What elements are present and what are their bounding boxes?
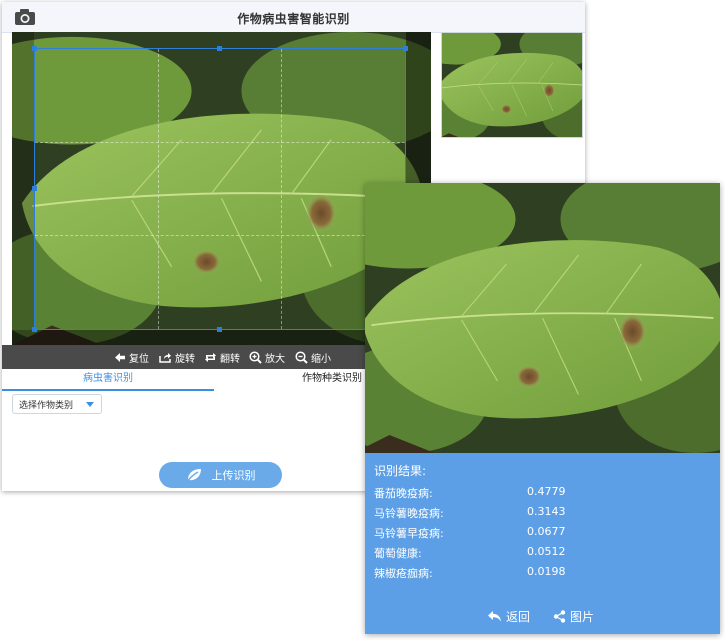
crop-handle[interactable] <box>217 46 222 51</box>
zoom-out-icon <box>295 350 308 364</box>
result-image <box>365 183 720 453</box>
chevron-down-icon <box>86 402 94 407</box>
crop-grid-line <box>35 235 405 236</box>
crop-shade <box>12 330 406 345</box>
result-row: 马铃薯早疫病: 0.0677 <box>374 525 704 543</box>
repeat-icon <box>205 352 216 362</box>
zoom-out-label: 缩小 <box>311 353 331 365</box>
zoom-in-label: 放大 <box>265 353 285 365</box>
tab-disease-recognition[interactable]: 病虫害识别 <box>2 369 214 391</box>
result-name: 葡萄健康: <box>374 547 422 560</box>
leaf-icon <box>185 469 201 482</box>
reset-label: 复位 <box>129 353 149 365</box>
crop-preview <box>441 32 583 138</box>
result-name: 马铃薯早疫病: <box>374 527 444 540</box>
upload-recognize-button[interactable]: 上传识别 <box>159 462 282 488</box>
rotate-button[interactable]: 旋转 <box>159 349 195 365</box>
result-row: 辣椒疮痂病: 0.0198 <box>374 565 704 583</box>
result-score: 0.0198 <box>527 565 566 578</box>
result-score: 0.3143 <box>527 505 566 518</box>
crop-grid-line <box>281 49 282 329</box>
crop-handle[interactable] <box>32 46 37 51</box>
result-row: 葡萄健康: 0.0512 <box>374 545 704 563</box>
crop-handle[interactable] <box>32 327 37 332</box>
reset-button[interactable]: 复位 <box>114 349 149 365</box>
zoom-in-icon <box>249 350 262 364</box>
crop-grid-line <box>158 49 159 329</box>
result-photo <box>365 183 720 453</box>
zoom-out-button[interactable]: 缩小 <box>295 349 331 365</box>
app-title: 作物病虫害智能识别 <box>237 12 350 26</box>
result-window: 识别结果: 番茄晚疫病: 0.4779 马铃薯晚疫病: 0.3143 马铃薯早疫… <box>365 183 720 634</box>
crop-shade <box>12 32 34 330</box>
flip-label: 翻转 <box>220 353 240 365</box>
flip-button[interactable]: 翻转 <box>204 349 240 365</box>
result-row: 马铃薯晚疫病: 0.3143 <box>374 505 704 523</box>
result-title: 识别结果: <box>374 464 427 478</box>
rotate-label: 旋转 <box>175 353 195 365</box>
preview-image <box>442 33 582 137</box>
result-score: 0.4779 <box>527 485 566 498</box>
result-name: 番茄晚疫病: <box>374 487 433 500</box>
share-nodes-icon <box>553 609 566 623</box>
result-name: 马铃薯晚疫病: <box>374 507 444 520</box>
crop-type-select[interactable]: 选择作物类别 <box>12 394 102 414</box>
crop-box[interactable] <box>32 46 408 332</box>
back-label: 返回 <box>506 609 531 624</box>
share-label: 图片 <box>570 609 595 624</box>
share-out-icon <box>159 352 171 363</box>
result-score: 0.0677 <box>527 525 566 538</box>
reply-icon <box>488 610 501 621</box>
back-button[interactable]: 返回 <box>487 608 530 624</box>
arrow-left-icon <box>115 352 125 362</box>
crop-handle[interactable] <box>403 46 408 51</box>
crop-handle[interactable] <box>32 186 37 191</box>
upload-label: 上传识别 <box>211 469 256 482</box>
result-row: 番茄晚疫病: 0.4779 <box>374 485 704 503</box>
share-button[interactable]: 图片 <box>553 608 594 624</box>
crop-type-select-value: 选择作物类别 <box>19 401 74 411</box>
title-bar: 作物病虫害智能识别 <box>2 2 585 33</box>
zoom-in-button[interactable]: 放大 <box>249 349 285 365</box>
result-score: 0.0512 <box>527 545 566 558</box>
crop-handle[interactable] <box>217 327 222 332</box>
result-name: 辣椒疮痂病: <box>374 567 433 580</box>
crop-grid-line <box>35 142 405 143</box>
